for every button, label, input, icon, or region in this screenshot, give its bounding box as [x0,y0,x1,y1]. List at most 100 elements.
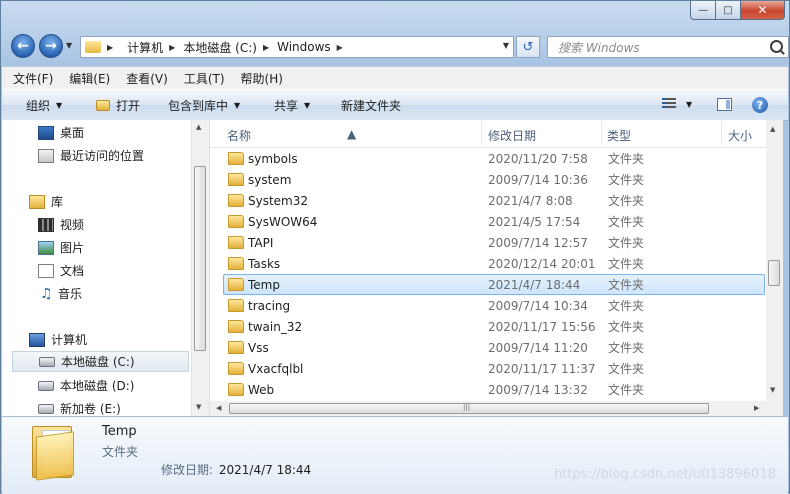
nav-item-documents[interactable]: 文档 [38,260,188,281]
search-box[interactable] [547,36,789,58]
details-modified: 修改日期: 2021/4/7 18:44 [161,461,311,478]
nav-item-recent-places[interactable]: 最近访问的位置 [38,145,188,166]
file-list-horizontal-scrollbar[interactable]: ◀ ||| ▶ [210,401,766,416]
back-button[interactable]: ← [11,34,35,58]
file-name: Tasks [248,256,281,271]
search-icon[interactable] [770,40,783,53]
nav-item-music[interactable]: ♫ 音乐 [40,283,190,304]
nav-item-drive-c[interactable]: 本地磁盘 (C:) [12,351,189,372]
view-options-dropdown[interactable]: ▼ [686,100,692,109]
breadcrumb-arrow[interactable]: ▶ [337,43,351,52]
share-button[interactable]: 共享 ▼ [274,97,310,114]
scrollbar-thumb[interactable] [194,166,206,351]
include-in-library-label: 包含到库中 [168,99,229,113]
nav-item-computer[interactable]: 计算机 [29,329,189,350]
table-row[interactable]: Temp 2021/4/7 18:44 文件夹 [223,274,765,295]
new-folder-button[interactable]: 新建文件夹 [341,97,401,114]
table-row[interactable]: System32 2021/4/7 8:08 文件夹 [223,190,765,211]
nav-item-pictures[interactable]: 图片 [38,237,188,258]
menu-tools[interactable]: 工具(T) [179,70,230,87]
menu-help[interactable]: 帮助(H) [236,70,288,87]
scroll-up-arrow[interactable]: ▲ [196,123,201,131]
file-type: 文件夹 [608,299,645,313]
table-row[interactable]: Web 2009/7/14 13:32 文件夹 [223,379,765,400]
file-type: 文件夹 [608,215,645,229]
scroll-down-arrow[interactable]: ▼ [196,403,201,411]
table-row[interactable]: Tasks 2020/12/14 20:01 文件夹 [223,253,765,274]
file-name: SysWOW64 [248,214,318,229]
table-row[interactable]: TAPI 2009/7/14 12:57 文件夹 [223,232,765,253]
file-modified: 2020/11/17 15:56 [488,319,596,334]
caption-buttons: — □ ✕ [690,1,785,20]
chevron-down-icon: ▼ [304,101,311,110]
table-row[interactable]: symbols 2020/11/20 7:58 文件夹 [223,148,765,169]
include-in-library-button[interactable]: 包含到库中 ▼ [168,97,240,114]
column-modified[interactable]: 修改日期 [488,127,536,144]
menu-edit[interactable]: 编辑(E) [64,70,115,87]
file-name: System32 [248,193,309,208]
explorer-window: — □ ✕ ← → ▼ ▶ 计算机 ▶ 本地磁盘 (C:) ▶ Windows … [0,0,790,494]
column-name[interactable]: 名称 [227,127,251,144]
nav-item-drive-e[interactable]: 新加卷 (E:) [38,398,188,416]
breadcrumb-separator[interactable]: ▶ [107,43,121,52]
file-list: ▲ 名称 修改日期 类型 大小 symbols 2020/11/20 7:58 文件… [210,120,766,401]
table-row[interactable]: SysWOW64 2021/4/5 17:54 文件夹 [223,211,765,232]
file-modified: 2009/7/14 13:32 [488,382,588,397]
change-view-icon[interactable] [662,98,676,110]
minimize-button[interactable]: — [690,1,716,20]
new-folder-label: 新建文件夹 [341,99,402,113]
breadcrumb-arrow[interactable]: ▶ [169,43,183,52]
file-modified: 2020/11/20 7:58 [488,151,588,166]
address-dropdown[interactable]: ▼ [503,41,509,50]
menu-view[interactable]: 查看(V) [121,70,173,87]
help-icon[interactable]: ? [752,97,768,113]
table-row[interactable]: Vss 2009/7/14 11:20 文件夹 [223,337,765,358]
command-bar: 组织 ▼ 打开 包含到库中 ▼ 共享 ▼ 新建文件夹 ▼ ? [2,89,788,121]
refresh-button[interactable]: ↺ [516,36,540,58]
scroll-up-arrow[interactable]: ▲ [770,125,775,133]
file-name: twain_32 [248,319,303,334]
scroll-right-arrow[interactable]: ▶ [754,404,759,412]
scroll-left-arrow[interactable]: ◀ [216,404,221,412]
file-name: Web [248,382,275,397]
breadcrumb-arrow[interactable]: ▶ [263,43,277,52]
table-row[interactable]: system 2009/7/14 10:36 文件夹 [223,169,765,190]
navigation-scrollbar[interactable]: ▲ ▼ [191,120,209,416]
address-bar[interactable]: ▶ 计算机 ▶ 本地磁盘 (C:) ▶ Windows ▶ ▼ [80,36,514,58]
close-button[interactable]: ✕ [741,1,785,20]
scroll-down-arrow[interactable]: ▼ [770,386,775,394]
maximize-button[interactable]: □ [716,1,741,20]
organize-button[interactable]: 组织 ▼ [26,97,62,114]
nav-label: 最近访问的位置 [60,149,145,163]
file-list-vertical-scrollbar[interactable]: ▲ ▼ [766,120,783,401]
table-row[interactable]: Vxacfqlbl 2020/11/17 11:37 文件夹 [223,358,765,379]
breadcrumb-windows[interactable]: Windows [277,40,331,54]
nav-item-desktop[interactable]: 桌面 [38,122,188,143]
table-row[interactable]: tracing 2009/7/14 10:34 文件夹 [223,295,765,316]
nav-item-videos[interactable]: 视频 [38,214,188,235]
large-folder-icon [32,422,74,481]
table-row[interactable]: twain_32 2020/11/17 15:56 文件夹 [223,316,765,337]
menu-file[interactable]: 文件(F) [8,70,58,87]
preview-pane-icon[interactable] [717,98,732,111]
search-input[interactable] [556,38,770,58]
column-type[interactable]: 类型 [607,127,631,144]
folder-icon [228,278,244,291]
breadcrumb-drive-c[interactable]: 本地磁盘 (C:) [183,39,257,56]
breadcrumb-label: Windows [277,40,331,54]
nav-item-drive-d[interactable]: 本地磁盘 (D:) [38,375,188,396]
forward-button[interactable]: → [39,34,63,58]
scrollbar-thumb[interactable] [768,260,780,286]
open-button[interactable]: 打开 [96,97,140,114]
folder-icon [228,299,244,312]
file-type: 文件夹 [608,362,645,376]
file-name: symbols [248,151,298,166]
file-name: Vss [248,340,269,355]
breadcrumb-computer[interactable]: 计算机 [127,39,163,56]
file-type: 文件夹 [608,236,645,250]
nav-label: 视频 [60,218,85,232]
folder-icon [228,257,244,270]
recent-pages-dropdown[interactable]: ▼ [66,41,72,50]
column-size[interactable]: 大小 [728,127,752,144]
nav-item-libraries[interactable]: 库 [29,191,189,212]
